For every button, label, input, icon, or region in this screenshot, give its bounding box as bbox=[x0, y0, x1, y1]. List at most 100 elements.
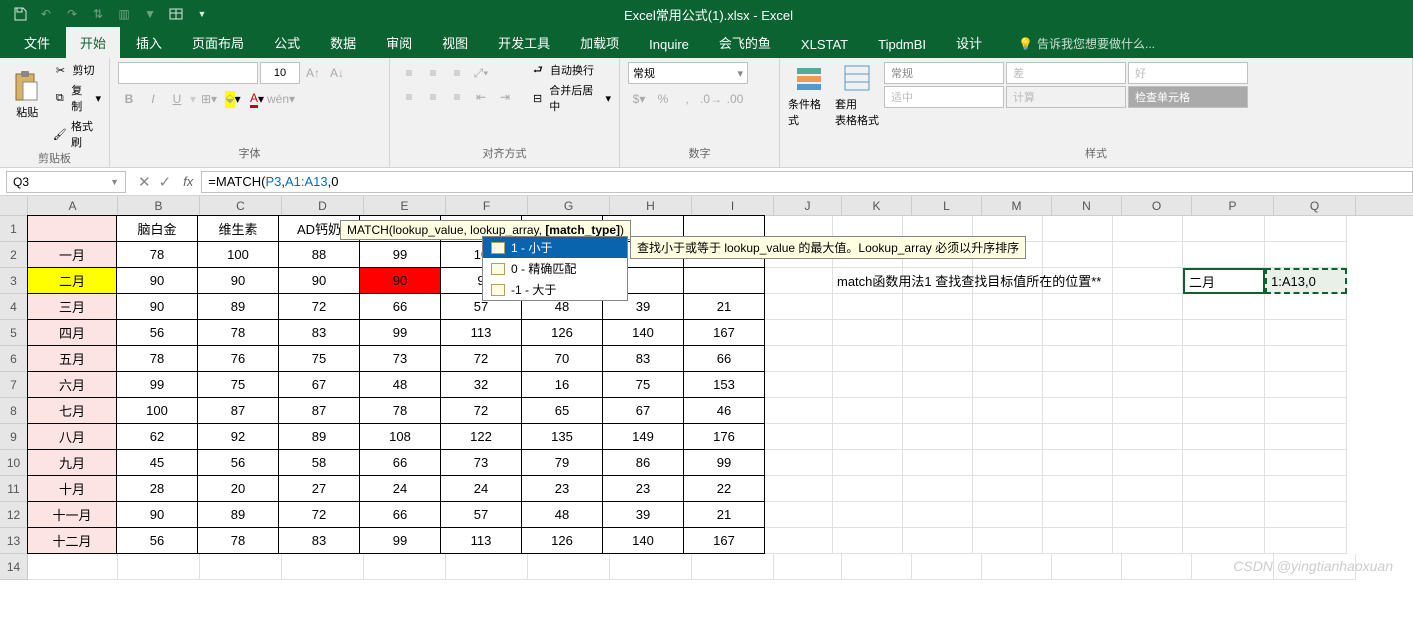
cell[interactable]: 113 bbox=[440, 527, 522, 554]
cell[interactable] bbox=[1043, 320, 1113, 346]
cell[interactable] bbox=[1043, 242, 1113, 268]
cancel-formula-button[interactable]: ✕ bbox=[138, 173, 151, 191]
cell[interactable]: 67 bbox=[278, 371, 360, 398]
cell[interactable]: 90 bbox=[359, 267, 441, 294]
cell[interactable]: 脑白金 bbox=[116, 215, 198, 242]
cell[interactable] bbox=[1183, 476, 1265, 502]
cell[interactable]: 167 bbox=[683, 319, 765, 346]
cell[interactable]: 89 bbox=[278, 423, 360, 450]
row-header[interactable]: 10 bbox=[0, 450, 28, 476]
cell[interactable] bbox=[1113, 450, 1183, 476]
tab-review[interactable]: 审阅 bbox=[372, 27, 426, 58]
cell[interactable]: 135 bbox=[521, 423, 603, 450]
col-header[interactable]: J bbox=[774, 196, 842, 215]
col-header[interactable]: B bbox=[118, 196, 200, 215]
cell[interactable] bbox=[1043, 424, 1113, 450]
cell[interactable]: 21 bbox=[683, 293, 765, 320]
cell[interactable]: 二月 bbox=[1183, 268, 1265, 294]
cell[interactable]: 七月 bbox=[27, 397, 117, 424]
cell[interactable] bbox=[683, 267, 765, 294]
cell[interactable]: 五月 bbox=[27, 345, 117, 372]
increase-font-button[interactable]: A↑ bbox=[302, 62, 324, 84]
cell[interactable]: 一月 bbox=[27, 241, 117, 268]
cell[interactable]: 140 bbox=[602, 527, 684, 554]
cell[interactable]: 90 bbox=[116, 501, 198, 528]
cell[interactable] bbox=[1265, 242, 1347, 268]
align-center-button[interactable]: ≡ bbox=[422, 86, 444, 108]
currency-button[interactable]: $▾ bbox=[628, 88, 650, 110]
row-header[interactable]: 13 bbox=[0, 528, 28, 554]
cell[interactable] bbox=[833, 398, 903, 424]
cell[interactable]: 20 bbox=[197, 475, 279, 502]
cell[interactable] bbox=[1113, 476, 1183, 502]
col-header[interactable]: F bbox=[446, 196, 528, 215]
col-header[interactable]: C bbox=[200, 196, 282, 215]
cell[interactable]: 149 bbox=[602, 423, 684, 450]
cell[interactable]: 75 bbox=[602, 371, 684, 398]
cell[interactable] bbox=[765, 528, 833, 554]
col-header[interactable]: A bbox=[28, 196, 118, 215]
cell[interactable]: 24 bbox=[359, 475, 441, 502]
row-header[interactable]: 14 bbox=[0, 554, 28, 580]
cell[interactable]: 27 bbox=[278, 475, 360, 502]
cell[interactable]: 78 bbox=[197, 319, 279, 346]
undo-icon[interactable]: ↶ bbox=[38, 6, 54, 22]
row-header[interactable]: 3 bbox=[0, 268, 28, 294]
cell[interactable]: 66 bbox=[359, 501, 441, 528]
cell[interactable] bbox=[833, 424, 903, 450]
cell[interactable] bbox=[982, 554, 1052, 580]
cell[interactable]: 六月 bbox=[27, 371, 117, 398]
cell[interactable] bbox=[765, 346, 833, 372]
cell[interactable]: 56 bbox=[116, 527, 198, 554]
cell[interactable] bbox=[1265, 320, 1347, 346]
cell[interactable]: 90 bbox=[197, 267, 279, 294]
cell[interactable] bbox=[1113, 528, 1183, 554]
cell[interactable]: 45 bbox=[116, 449, 198, 476]
format-as-table-button[interactable]: 套用 表格格式 bbox=[836, 62, 878, 128]
bold-button[interactable]: B bbox=[118, 88, 140, 110]
cell[interactable]: 78 bbox=[116, 241, 198, 268]
comma-button[interactable]: , bbox=[676, 88, 698, 110]
cell[interactable]: 四月 bbox=[27, 319, 117, 346]
align-bottom-button[interactable]: ≡ bbox=[446, 62, 468, 84]
col-header[interactable]: O bbox=[1122, 196, 1192, 215]
cell[interactable] bbox=[973, 476, 1043, 502]
cell[interactable]: 73 bbox=[359, 345, 441, 372]
cell[interactable] bbox=[903, 320, 973, 346]
cell[interactable] bbox=[903, 346, 973, 372]
cell[interactable] bbox=[1265, 398, 1347, 424]
percent-button[interactable]: % bbox=[652, 88, 674, 110]
cell[interactable] bbox=[1183, 346, 1265, 372]
cell[interactable]: 75 bbox=[278, 345, 360, 372]
col-header[interactable]: P bbox=[1192, 196, 1274, 215]
cell[interactable] bbox=[1113, 372, 1183, 398]
row-header[interactable]: 2 bbox=[0, 242, 28, 268]
cell[interactable] bbox=[833, 346, 903, 372]
cell[interactable]: 83 bbox=[278, 319, 360, 346]
style-neutral[interactable]: 适中 bbox=[884, 86, 1004, 108]
cell[interactable] bbox=[1052, 554, 1122, 580]
formula-input[interactable]: =MATCH(P3,A1:A13,0 bbox=[201, 171, 1413, 193]
tab-developer[interactable]: 开发工具 bbox=[484, 27, 564, 58]
phonetic-button[interactable]: wén▾ bbox=[270, 88, 292, 110]
cut-button[interactable]: ✂剪切 bbox=[52, 62, 101, 78]
tab-flyfish[interactable]: 会飞的鱼 bbox=[705, 27, 785, 58]
cell[interactable] bbox=[765, 294, 833, 320]
cell[interactable]: 65 bbox=[521, 397, 603, 424]
cell[interactable]: 87 bbox=[197, 397, 279, 424]
cell[interactable]: 89 bbox=[197, 293, 279, 320]
style-check[interactable]: 检查单元格 bbox=[1128, 86, 1248, 108]
cell[interactable]: 87 bbox=[278, 397, 360, 424]
indent-right-button[interactable]: ⇥ bbox=[494, 86, 516, 108]
cell[interactable]: 56 bbox=[116, 319, 198, 346]
cell[interactable]: 66 bbox=[359, 293, 441, 320]
tab-formulas[interactable]: 公式 bbox=[260, 27, 314, 58]
cell[interactable]: 九月 bbox=[27, 449, 117, 476]
cell[interactable] bbox=[1043, 398, 1113, 424]
cell[interactable] bbox=[833, 528, 903, 554]
cell[interactable]: 三月 bbox=[27, 293, 117, 320]
cell[interactable] bbox=[833, 450, 903, 476]
cell[interactable] bbox=[1265, 216, 1347, 242]
cell[interactable]: 62 bbox=[116, 423, 198, 450]
cell[interactable] bbox=[1113, 502, 1183, 528]
